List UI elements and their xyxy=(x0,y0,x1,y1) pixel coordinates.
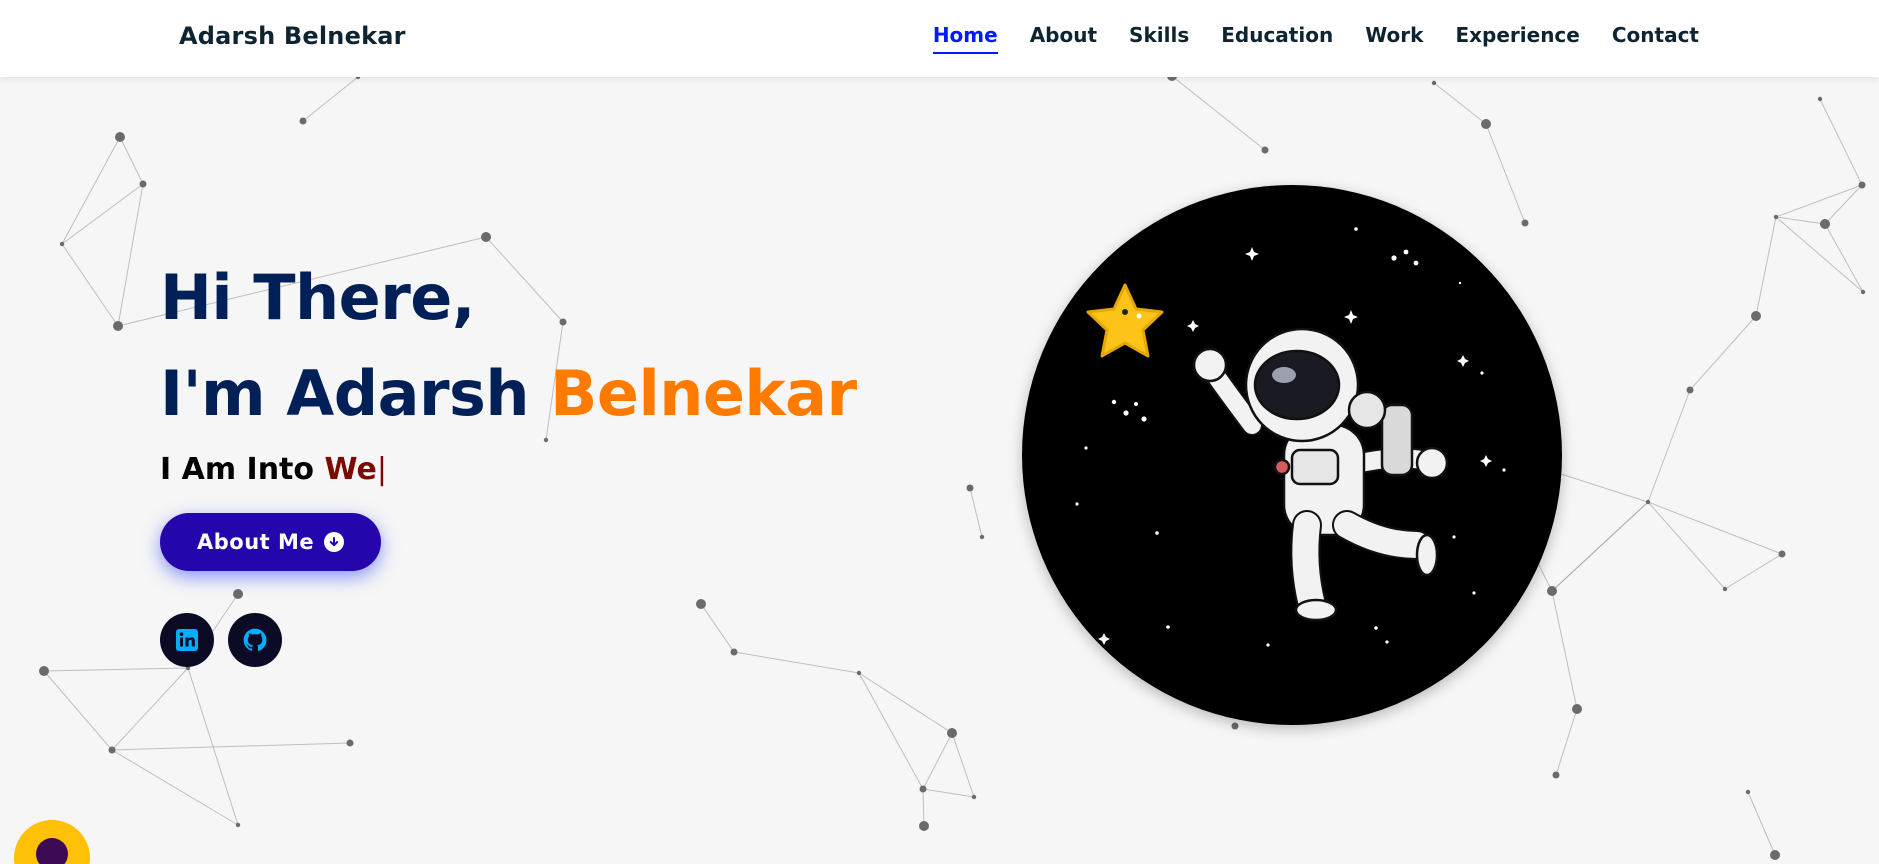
hero-name: I'm Adarsh Belnekar xyxy=(160,346,857,442)
hero-content: Hi There, I'm Adarsh Belnekar I Am Into … xyxy=(160,250,857,667)
nav-experience[interactable]: Experience xyxy=(1455,23,1579,54)
hero-name-prefix: I'm Adarsh xyxy=(160,357,551,430)
linkedin-icon xyxy=(176,629,198,651)
nav-about[interactable]: About xyxy=(1030,23,1097,54)
navbar: Adarsh Belnekar Home About Skills Educat… xyxy=(0,0,1879,77)
nav-home[interactable]: Home xyxy=(932,23,998,54)
arrow-down-circle-icon xyxy=(324,532,345,552)
brand-logo[interactable]: Adarsh Belnekar xyxy=(179,22,406,50)
typing-cursor: | xyxy=(376,452,387,487)
typing-text: I Am Into We| xyxy=(160,452,857,487)
typing-current-word: We xyxy=(324,452,377,487)
nav-skills[interactable]: Skills xyxy=(1129,23,1189,54)
social-links xyxy=(160,613,857,667)
astronaut-with-star-icon xyxy=(1075,227,1506,647)
scroll-to-top-icon xyxy=(36,838,68,864)
nav-education[interactable]: Education xyxy=(1221,23,1333,54)
typing-prefix: I Am Into xyxy=(160,452,325,487)
hero-illustration xyxy=(1022,185,1562,725)
nav-work[interactable]: Work xyxy=(1365,23,1423,54)
linkedin-link[interactable] xyxy=(160,613,214,667)
hero-greeting: Hi There, xyxy=(160,261,475,334)
about-me-button-label: About Me xyxy=(197,530,315,554)
nav-contact[interactable]: Contact xyxy=(1612,23,1699,54)
github-link[interactable] xyxy=(228,613,282,667)
hero-name-accent: Belnekar xyxy=(550,357,857,430)
github-icon xyxy=(243,628,267,651)
about-me-button[interactable]: About Me xyxy=(160,513,382,571)
nav-links: Home About Skills Education Work Experie… xyxy=(932,23,1699,54)
